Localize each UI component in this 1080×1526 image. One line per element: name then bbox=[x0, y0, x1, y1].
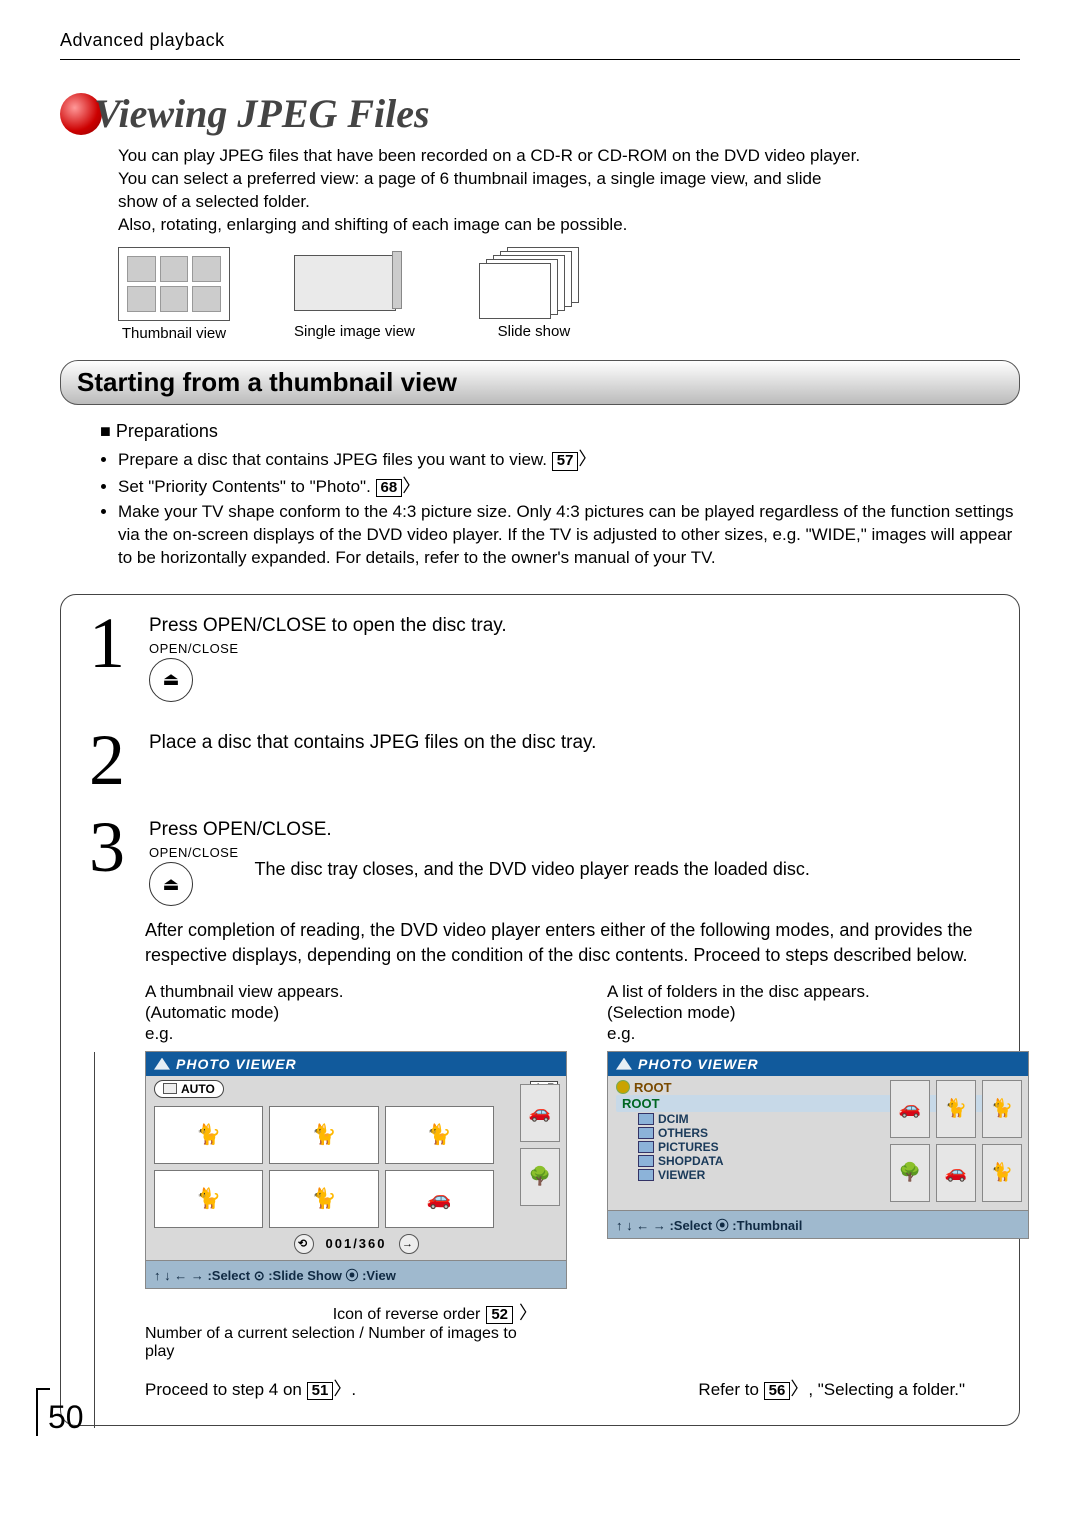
single-image-view-icon bbox=[294, 247, 404, 319]
side-thumb: 🌳 bbox=[890, 1144, 930, 1202]
annotation: Number of a current selection / Number o… bbox=[145, 1325, 525, 1361]
annotation: Icon of reverse order bbox=[333, 1306, 481, 1324]
single-image-caption: Single image view bbox=[294, 323, 415, 340]
side-thumb: 🚗 bbox=[520, 1084, 560, 1142]
intro-text: You can play JPEG files that have been r… bbox=[118, 145, 1020, 237]
thumbnail-cell: 🐈 bbox=[269, 1170, 378, 1228]
step-text: Place a disc that contains JPEG files on… bbox=[149, 732, 995, 754]
hint-bar: ↑ ↓ ← → :Select ⊙ :Slide Show ⦿ :View bbox=[146, 1260, 566, 1288]
viewer-title: PHOTO VIEWER bbox=[608, 1052, 1028, 1076]
open-close-button-icon: ⏏ bbox=[149, 658, 193, 702]
proceed-note: Proceed to step 4 on 51〉. bbox=[145, 1375, 356, 1401]
mode-caption: A list of folders in the disc appears. (… bbox=[607, 981, 1029, 1045]
side-thumb: 🐈 bbox=[936, 1080, 976, 1138]
side-thumb: 🐈 bbox=[982, 1080, 1022, 1138]
viewer-title: PHOTO VIEWER bbox=[146, 1052, 566, 1076]
mode-chip: AUTO bbox=[154, 1080, 224, 1098]
prep-item: Make your TV shape conform to the 4:3 pi… bbox=[118, 501, 1020, 570]
prep-item: Set "Priority Contents" to "Photo". 68〉 bbox=[118, 474, 1020, 499]
thumbnail-view-icon bbox=[118, 247, 230, 321]
page-ref-icon: 57 bbox=[552, 452, 579, 471]
thumbnail-cell: 🐈 bbox=[154, 1170, 263, 1228]
steps-panel: 1 Press OPEN/CLOSE to open the disc tray… bbox=[60, 594, 1020, 1426]
proceed-note: Refer to 56〉, "Selecting a folder." bbox=[698, 1375, 995, 1401]
page-ref-icon: 56 bbox=[764, 1382, 791, 1401]
prep-item: Prepare a disc that contains JPEG files … bbox=[118, 447, 1020, 472]
image-counter: 001/360 bbox=[326, 1236, 387, 1251]
thumbnail-cell: 🐈 bbox=[154, 1106, 263, 1164]
slide-show-icon bbox=[479, 247, 589, 319]
page-number: 50 bbox=[36, 1390, 84, 1436]
step-text: Press OPEN/CLOSE. bbox=[149, 819, 995, 841]
preparations-heading: Preparations bbox=[100, 419, 1020, 443]
page-ref-icon: 51 bbox=[307, 1382, 334, 1401]
page-ref-icon: 68 bbox=[376, 479, 403, 498]
step-number: 1 bbox=[85, 615, 129, 702]
button-label: OPEN/CLOSE bbox=[149, 845, 239, 860]
next-icon: → bbox=[399, 1234, 419, 1254]
thumbnail-view-caption: Thumbnail view bbox=[118, 325, 230, 342]
prev-icon: ⟲ bbox=[294, 1234, 314, 1254]
step-number: 3 bbox=[85, 819, 129, 906]
thumbnail-cell: 🐈 bbox=[385, 1106, 494, 1164]
step-subtext: The disc tray closes, and the DVD video … bbox=[255, 841, 810, 880]
thumbnail-cell: 🚗 bbox=[385, 1170, 494, 1228]
divider bbox=[60, 59, 1020, 60]
after-reading-text: After completion of reading, the DVD vid… bbox=[145, 918, 995, 967]
side-thumb: 🚗 bbox=[936, 1144, 976, 1202]
open-close-button-icon: ⏏ bbox=[149, 862, 193, 906]
page-ref-icon: 52 bbox=[486, 1306, 513, 1325]
section-header: Advanced playback bbox=[60, 30, 1020, 51]
page-title: Viewing JPEG Files bbox=[94, 90, 430, 137]
mode-caption: A thumbnail view appears. (Automatic mod… bbox=[145, 981, 567, 1045]
photo-viewer-selection: PHOTO VIEWER ROOT ROOT DCIM OTHERS PICTU… bbox=[607, 1051, 1029, 1239]
step-number: 2 bbox=[85, 732, 129, 790]
step-text: Press OPEN/CLOSE to open the disc tray. bbox=[149, 615, 995, 637]
side-thumb: 🐈 bbox=[982, 1144, 1022, 1202]
slide-show-caption: Slide show bbox=[479, 323, 589, 340]
button-label: OPEN/CLOSE bbox=[149, 641, 995, 656]
section-heading: Starting from a thumbnail view bbox=[60, 360, 1020, 405]
photo-viewer-auto: PHOTO VIEWER AUTO A↕Z 🐈 🐈 🐈 🐈 🐈 🚗 bbox=[145, 1051, 567, 1289]
hint-bar: ↑ ↓ ← → :Select ⦿ :Thumbnail bbox=[608, 1210, 1028, 1238]
thumbnail-cell: 🐈 bbox=[269, 1106, 378, 1164]
side-thumb: 🌳 bbox=[520, 1148, 560, 1206]
side-thumb: 🚗 bbox=[890, 1080, 930, 1138]
